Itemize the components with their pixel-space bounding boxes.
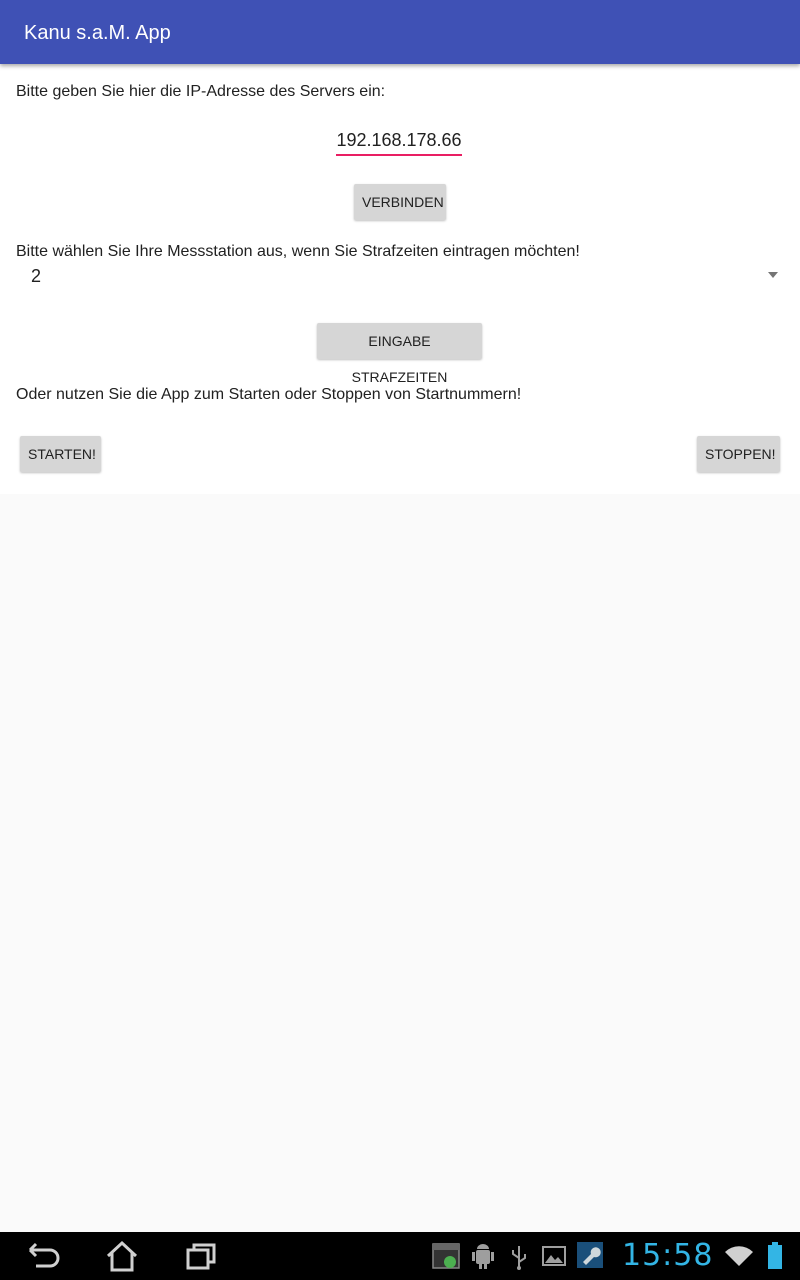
stop-button[interactable]: STOPPEN! — [697, 436, 780, 472]
server-ip-input[interactable] — [336, 126, 462, 156]
back-icon[interactable] — [22, 1240, 62, 1277]
home-icon[interactable] — [102, 1240, 142, 1277]
app-title: Kanu s.a.M. App — [24, 22, 171, 44]
start-button[interactable]: STARTEN! — [20, 436, 101, 472]
server-ip-prompt: Bitte geben Sie hier die IP-Adresse des … — [16, 83, 386, 100]
penalty-times-button[interactable]: EINGABE STRAFZEITEN — [317, 323, 482, 385]
wrench-icon — [577, 1242, 603, 1273]
usb-icon — [510, 1244, 528, 1275]
start-stop-prompt: Oder nutzen Sie die App zum Starten oder… — [16, 386, 522, 403]
station-prompt: Bitte wählen Sie Ihre Messstation aus, w… — [16, 243, 580, 260]
station-spinner[interactable]: 2 — [16, 262, 788, 292]
battery-icon — [766, 1242, 784, 1275]
connect-button[interactable]: VERBINDEN — [354, 184, 446, 220]
system-nav-bar: 15:58 — [0, 1232, 800, 1280]
dropdown-arrow-icon — [768, 272, 778, 278]
screenshot-icon — [432, 1242, 460, 1275]
gallery-icon — [542, 1244, 566, 1273]
recent-apps-icon[interactable] — [182, 1240, 222, 1277]
station-selected-value: 2 — [31, 266, 42, 286]
status-clock: 15:58 — [622, 1238, 714, 1273]
main-content: Bitte geben Sie hier die IP-Adresse des … — [0, 64, 800, 494]
android-debug-icon — [472, 1244, 494, 1275]
app-bar: Kanu s.a.M. App — [0, 0, 800, 64]
wifi-icon — [724, 1244, 754, 1273]
